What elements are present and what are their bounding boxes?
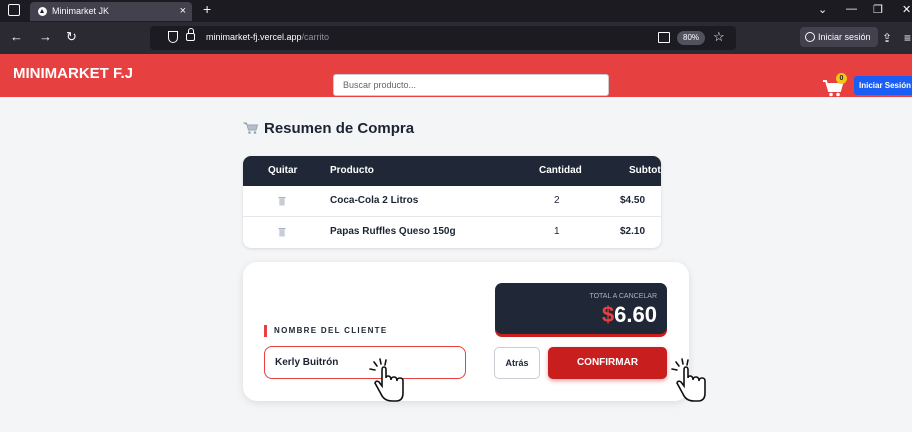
client-name-label: NOMBRE DEL CLIENTE: [264, 325, 387, 337]
shopping-cart-icon: [243, 122, 259, 134]
restore-button[interactable]: ❐: [873, 3, 883, 16]
bookmark-star-icon[interactable]: ☆: [713, 29, 725, 45]
firefox-favicon: [38, 7, 47, 16]
account-icon: [805, 32, 815, 42]
column-cantidad: Cantidad: [539, 165, 582, 176]
product-name: Coca-Cola 2 Litros: [330, 195, 419, 206]
page-title: Resumen de Compra: [243, 120, 414, 137]
click-hand-icon: [671, 358, 706, 402]
minimize-button[interactable]: —: [846, 3, 857, 15]
table-row: Coca-Cola 2 Litros 2 $4.50: [243, 186, 661, 217]
url-text[interactable]: minimarket-fj.vercel.app/carrito: [206, 32, 329, 42]
cart-table: Quitar Producto Cantidad Subtotal Coca-C…: [243, 156, 661, 248]
trash-icon[interactable]: [278, 196, 286, 206]
shield-icon[interactable]: [168, 31, 178, 43]
reload-icon[interactable]: ↻: [66, 30, 77, 44]
close-tab-icon[interactable]: ×: [180, 2, 186, 21]
total-label: TOTAL A CANCELAR: [589, 293, 657, 300]
browser-tab-bar: Minimarket JK × + ⌄ — ❐ ✕: [0, 0, 912, 22]
search-input[interactable]: [333, 74, 609, 96]
table-header: Quitar Producto Cantidad Subtotal: [243, 156, 661, 186]
forward-arrow-icon[interactable]: →: [39, 30, 52, 44]
chevron-down-icon[interactable]: ⌄: [818, 3, 827, 16]
client-name-input[interactable]: [264, 346, 466, 379]
click-hand-icon: [369, 358, 404, 402]
product-subtotal: $2.10: [620, 226, 646, 237]
product-quantity: 1: [554, 226, 560, 237]
menu-icon[interactable]: ≡: [904, 31, 911, 45]
close-window-button[interactable]: ✕: [902, 3, 911, 16]
lock-icon[interactable]: [186, 28, 195, 41]
new-tab-button[interactable]: +: [203, 1, 211, 17]
table-row: Papas Ruffles Queso 150g 1 $2.10: [243, 217, 661, 248]
cart-count-badge: 0: [836, 73, 847, 84]
browser-tab[interactable]: Minimarket JK ×: [30, 2, 192, 21]
tab-overview-icon[interactable]: [8, 4, 20, 16]
column-subtotal: Subtotal: [629, 165, 661, 176]
tab-title: Minimarket JK: [52, 6, 110, 16]
column-producto: Producto: [330, 165, 374, 176]
share-icon[interactable]: ⇪: [882, 31, 892, 45]
browser-signin-button[interactable]: Iniciar sesión: [800, 27, 878, 47]
trash-icon[interactable]: [278, 227, 286, 237]
total-box: TOTAL A CANCELAR $6.60: [495, 283, 667, 334]
url-bar[interactable]: minimarket-fj.vercel.app/carrito 80% ☆: [150, 26, 736, 50]
total-amount: $6.60: [601, 302, 657, 327]
browser-nav-bar: ← → ↻ minimarket-fj.vercel.app/carrito 8…: [0, 22, 912, 54]
reader-view-icon[interactable]: [658, 32, 670, 43]
brand-logo[interactable]: MINIMARKET F.J: [13, 65, 133, 82]
product-name: Papas Ruffles Queso 150g: [330, 226, 456, 237]
back-button[interactable]: Atrás: [494, 347, 540, 379]
column-quitar: Quitar: [268, 165, 298, 176]
login-button[interactable]: Iniciar Sesión: [854, 76, 912, 95]
confirm-button[interactable]: CONFIRMAR: [548, 347, 667, 379]
back-arrow-icon[interactable]: ←: [10, 30, 23, 44]
product-quantity: 2: [554, 195, 560, 206]
product-subtotal: $4.50: [620, 195, 646, 206]
zoom-level-badge[interactable]: 80%: [677, 31, 706, 45]
